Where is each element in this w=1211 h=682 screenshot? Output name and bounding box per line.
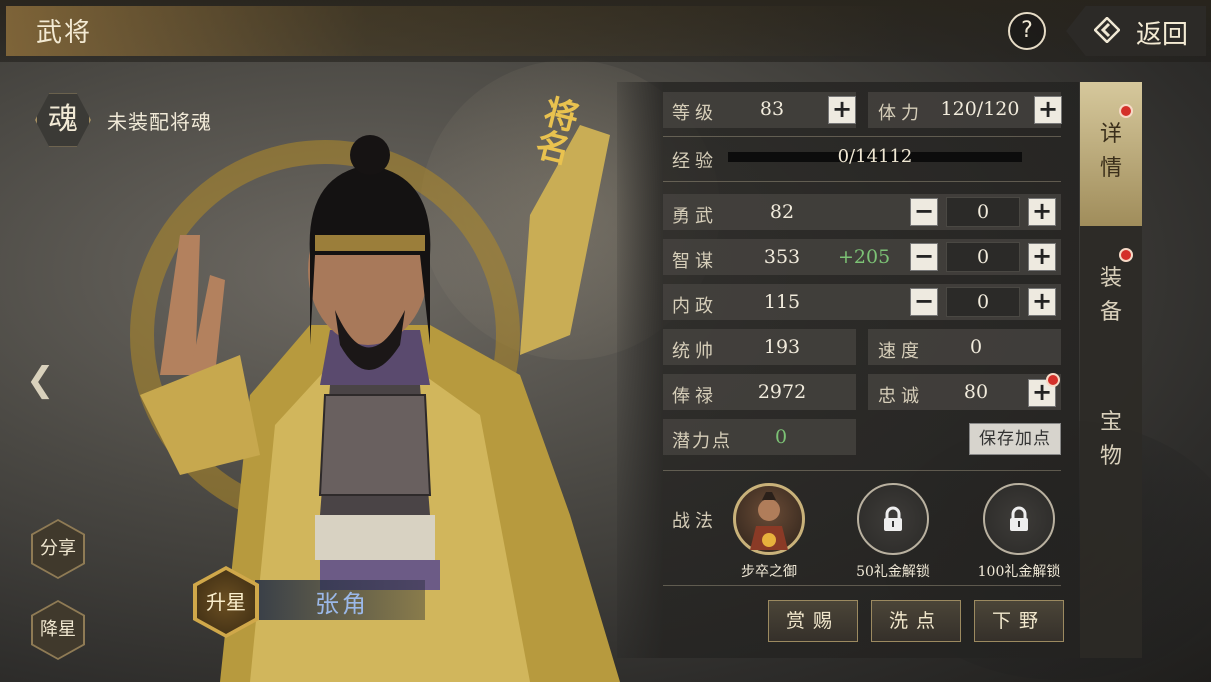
tactic-slot-1[interactable] — [733, 483, 805, 555]
save-points-button[interactable]: 保存加点 — [969, 423, 1061, 455]
speed-value: 0 — [969, 336, 983, 358]
tab-equipment-label: 装备 — [1099, 266, 1122, 325]
intellect-bonus: +205 — [838, 246, 891, 268]
stamina-add-button[interactable]: + — [1034, 96, 1062, 124]
divider — [663, 181, 1061, 182]
command-value: 193 — [763, 336, 801, 358]
lock-icon — [884, 506, 902, 531]
command-label: 统帅 — [672, 341, 718, 362]
potential-label: 潜力点 — [672, 431, 732, 452]
politics-plus-button[interactable]: + — [1028, 288, 1056, 316]
valor-value: 82 — [769, 201, 795, 223]
politics-points-input[interactable]: 0 — [946, 287, 1020, 317]
tactics-label: 战法 — [672, 511, 718, 532]
loyalty-value: 80 — [963, 381, 989, 403]
stamina-label: 体力 — [878, 103, 924, 124]
help-button[interactable]: ? — [1008, 12, 1046, 50]
tab-details-label: 详情 — [1099, 122, 1122, 181]
level-up-button[interactable]: + — [828, 96, 856, 124]
title-banner — [6, 6, 906, 56]
divider — [663, 585, 1061, 586]
intellect-minus-button[interactable]: − — [910, 243, 938, 271]
page-title: 武将 — [36, 18, 93, 48]
dismiss-button[interactable]: 下野 — [974, 600, 1064, 642]
salary-value: 2972 — [757, 381, 807, 403]
tab-equipment[interactable]: 装备 — [1080, 226, 1142, 370]
loyalty-label: 忠诚 — [878, 386, 924, 407]
valor-plus-button[interactable]: + — [1028, 198, 1056, 226]
intellect-value: 353 — [763, 246, 801, 268]
intellect-points-input[interactable]: 0 — [946, 242, 1020, 272]
politics-label: 内政 — [672, 296, 718, 317]
tab-treasure[interactable]: 宝物 — [1080, 370, 1142, 514]
previous-general-arrow[interactable]: ❮ — [26, 360, 55, 400]
potential-value: 0 — [775, 426, 788, 448]
loyalty-notice-dot — [1046, 373, 1060, 387]
soldier-portrait-icon — [750, 492, 788, 550]
valor-label: 勇武 — [672, 206, 718, 227]
valor-minus-button[interactable]: − — [910, 198, 938, 226]
tab-treasure-label: 宝物 — [1099, 410, 1122, 469]
politics-value: 115 — [763, 291, 801, 313]
valor-points-input[interactable]: 0 — [946, 197, 1020, 227]
divider — [663, 470, 1061, 471]
tab-equipment-notice-dot — [1119, 248, 1133, 262]
level-label: 等级 — [672, 103, 718, 124]
tactic-1-name: 步卒之御 — [741, 564, 797, 580]
tactic-2-unlock-cost: 50礼金解锁 — [856, 564, 930, 580]
exp-label: 经验 — [672, 151, 718, 172]
general-name: 张角 — [315, 590, 369, 618]
lock-icon — [1010, 506, 1028, 531]
speed-label: 速度 — [878, 341, 924, 362]
back-label[interactable]: 返回 — [1136, 14, 1188, 51]
tab-details[interactable]: 详情 — [1080, 82, 1142, 226]
intellect-label: 智谋 — [672, 251, 718, 272]
stamina-value: 120/120 — [940, 98, 1020, 120]
reward-button[interactable]: 赏赐 — [768, 600, 858, 642]
politics-minus-button[interactable]: − — [910, 288, 938, 316]
reset-points-button[interactable]: 洗点 — [871, 600, 961, 642]
intellect-plus-button[interactable]: + — [1028, 243, 1056, 271]
divider — [663, 136, 1061, 137]
tactic-3-unlock-cost: 100礼金解锁 — [977, 564, 1061, 580]
exp-value: 0/14112 — [837, 146, 913, 167]
tab-details-notice-dot — [1119, 104, 1133, 118]
level-value: 83 — [759, 98, 785, 120]
back-arrow-icon — [1094, 17, 1120, 43]
salary-label: 俸禄 — [672, 386, 718, 407]
